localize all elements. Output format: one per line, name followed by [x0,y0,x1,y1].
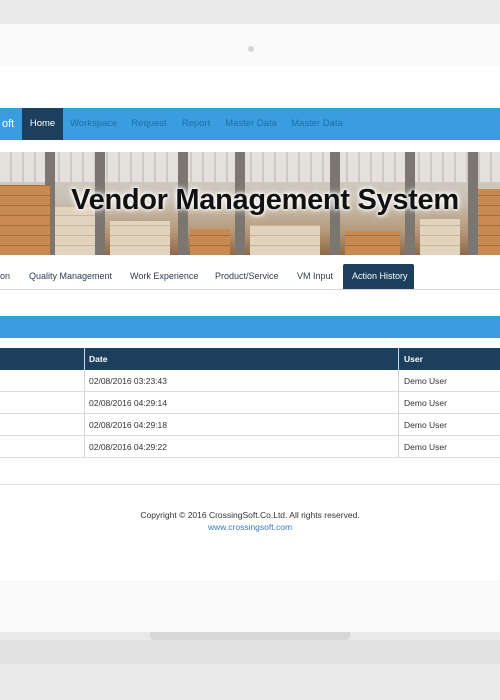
cell-user: Demo User [404,420,447,430]
banner-roof-decoration [0,152,500,182]
monitor-stand [150,632,350,640]
tab-vm-input[interactable]: VM Input [297,264,333,289]
cell-date: 02/08/2016 03:23:43 [89,376,167,386]
tab-action-history[interactable]: Action History [343,264,414,289]
cell-user: Demo User [404,398,447,408]
page-title: Vendor Management System [71,184,459,216]
cell-user: Demo User [404,376,447,386]
nav-workspace[interactable]: Workspace [70,108,117,140]
table-row[interactable]: 02/08/2016 04:29:18 Demo User [0,414,500,436]
website-link[interactable]: www.crossingsoft.com [0,522,500,532]
table-row[interactable]: 02/08/2016 04:29:22 Demo User [0,436,500,458]
column-divider [398,348,399,458]
profile-tabs: on Quality Management Work Experience Pr… [0,264,500,290]
tab-work-experience[interactable]: Work Experience [130,264,198,289]
app-screen: oft Home Workspace Request Report Master… [0,66,500,580]
banner-boxes [250,225,320,255]
cell-date: 02/08/2016 04:29:22 [89,442,167,452]
brand-logo-text[interactable]: oft [0,108,14,140]
table-row[interactable]: 02/08/2016 03:23:43 Demo User [0,370,500,392]
camera-icon [248,46,254,52]
cell-date: 02/08/2016 04:29:18 [89,420,167,430]
nav-report[interactable]: Report [180,108,212,140]
nav-master-data[interactable]: Master Data [224,108,278,140]
banner-boxes [110,221,170,255]
cell-date: 02/08/2016 04:29:14 [89,398,167,408]
banner-boxes [190,229,230,255]
table-header: Date User [0,348,500,370]
nav-home[interactable]: Home [22,108,63,140]
cell-user: Demo User [404,442,447,452]
banner-boxes [420,219,460,255]
column-header-date[interactable]: Date [89,348,107,370]
divider [0,484,500,485]
warehouse-banner-image: Vendor Management System [0,152,500,255]
section-header-bar [0,316,500,338]
copyright-text: Copyright © 2016 CrossingSoft.Co.Ltd. Al… [140,510,360,520]
nav-request[interactable]: Request [128,108,170,140]
tab-product-service[interactable]: Product/Service [215,264,279,289]
monitor-bezel-bottom [0,580,500,632]
banner-boxes [345,231,400,255]
tab-partial[interactable]: on [0,264,10,289]
monitor-bezel-top [0,24,500,66]
table-row[interactable]: 02/08/2016 04:29:14 Demo User [0,392,500,414]
tab-quality-management[interactable]: Quality Management [29,264,112,289]
column-header-user[interactable]: User [404,348,423,370]
monitor-base-shadow [0,640,500,664]
top-navigation-bar: oft Home Workspace Request Report Master… [0,108,500,140]
nav-master-data-2[interactable]: Master Data [290,108,344,140]
column-divider [84,348,85,458]
